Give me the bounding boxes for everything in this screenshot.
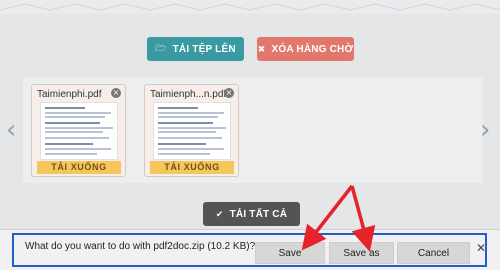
close-icon: ✖ (257, 43, 266, 54)
download-all-button[interactable]: ✔ TẢI TẤT CẢ (203, 202, 300, 226)
file-name: Taimienphi.pdf (37, 89, 102, 100)
prev-arrow-icon[interactable]: ‹ (6, 117, 16, 143)
file-thumbnail (153, 102, 231, 160)
download-button[interactable]: TẢI XUỐNG (37, 161, 121, 174)
download-all-label: TẢI TẤT CẢ (229, 208, 288, 220)
file-thumbnail (40, 102, 118, 160)
folder-icon: 🗁 (155, 43, 167, 53)
download-prompt-message: What do you want to do with pdf2doc.zip … (25, 241, 256, 252)
zigzag-decoration (0, 3, 500, 11)
cancel-button[interactable]: Cancel (397, 242, 470, 264)
top-decoration (0, 0, 500, 14)
file-card: Taimienphi.pdf × TẢI XUỐNG (31, 84, 126, 177)
close-icon[interactable]: ✕ (476, 241, 486, 255)
upload-files-label: TẢI TỆP LÊN (172, 43, 236, 55)
upload-files-button[interactable]: 🗁 TẢI TỆP LÊN (147, 37, 244, 61)
checkmark-icon: ✔ (215, 208, 224, 219)
next-arrow-icon[interactable]: › (480, 117, 490, 143)
file-name: Taimienph...n.pdf (150, 89, 227, 100)
save-as-button[interactable]: Save as (329, 242, 394, 264)
clear-queue-label: XÓA HÀNG CHỜ (271, 43, 354, 55)
file-card: Taimienph...n.pdf × TẢI XUỐNG (144, 84, 239, 177)
remove-file-icon[interactable]: × (111, 88, 121, 98)
download-button[interactable]: TẢI XUỐNG (150, 161, 234, 174)
clear-queue-button[interactable]: ✖ XÓA HÀNG CHỜ (257, 37, 354, 61)
browser-download-bar: What do you want to do with pdf2doc.zip … (0, 229, 500, 270)
remove-file-icon[interactable]: × (224, 88, 234, 98)
save-button[interactable]: Save (255, 242, 325, 264)
